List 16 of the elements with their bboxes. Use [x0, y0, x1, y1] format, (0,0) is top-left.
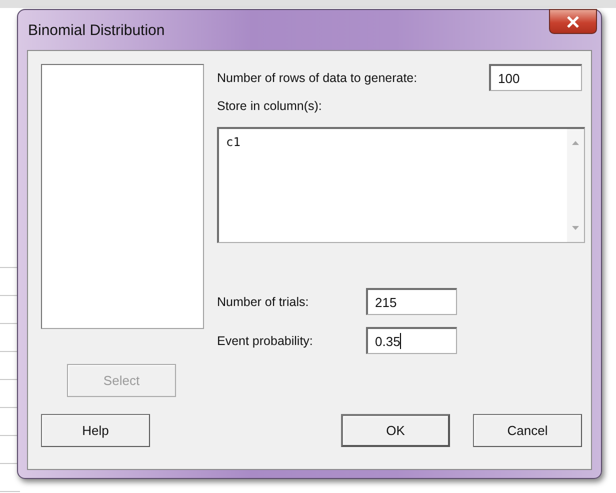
input-field[interactable]: 0.35: [366, 327, 457, 354]
close-icon: [566, 16, 580, 28]
close-button[interactable]: [549, 9, 597, 34]
input-field[interactable]: 215: [366, 288, 457, 315]
window-title: Binomial Distribution: [28, 22, 165, 39]
cancel-button[interactable]: Cancel: [473, 414, 582, 447]
help-button[interactable]: Help: [41, 414, 150, 447]
field-label: Store in column(s):: [217, 99, 322, 113]
ok-button[interactable]: OK: [341, 414, 450, 447]
field-label: Number of trials:: [217, 294, 310, 308]
field-label: Event probability:: [217, 334, 314, 348]
input-field[interactable]: 100: [489, 64, 582, 91]
scroll-up-icon[interactable]: [572, 141, 579, 145]
field-label: Number of rows of data to generate:: [217, 70, 418, 84]
column-text-area[interactable]: c1: [217, 127, 585, 243]
scroll-down-icon[interactable]: [572, 226, 579, 230]
